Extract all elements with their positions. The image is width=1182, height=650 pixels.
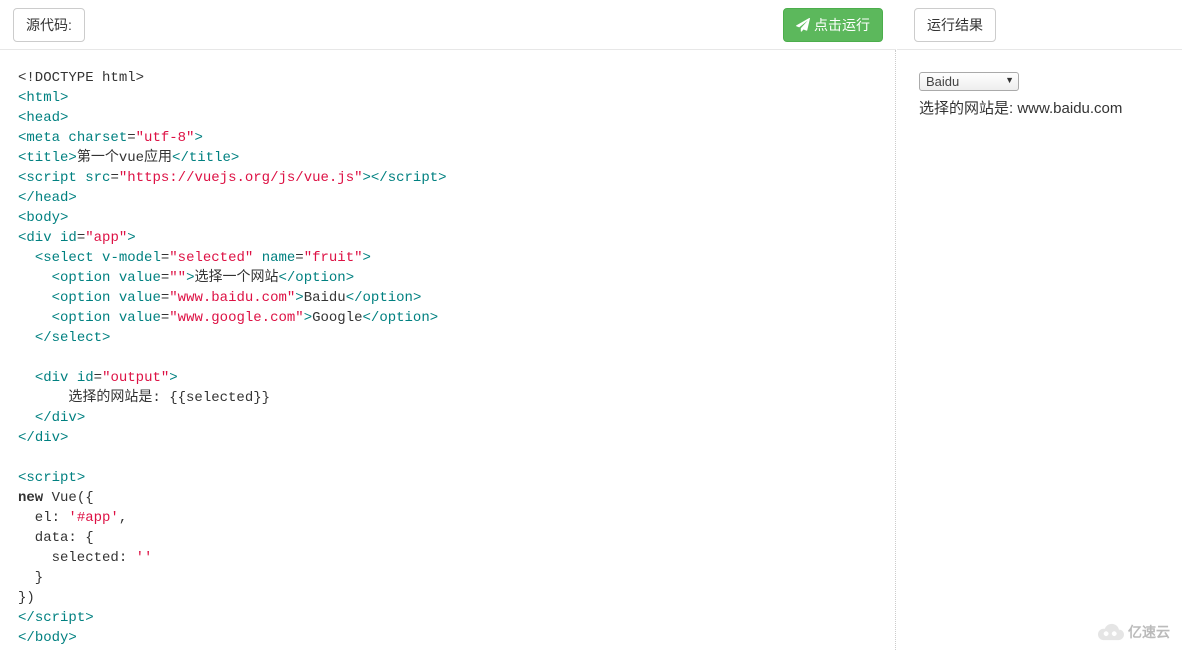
website-select[interactable]: Baidu xyxy=(919,72,1019,91)
watermark: 亿速云 xyxy=(1098,622,1170,642)
watermark-text: 亿速云 xyxy=(1128,622,1170,642)
source-panel: 源代码: 点击运行 <!DOCTYPE html> <html> <head> … xyxy=(0,0,897,650)
result-area: Baidu 选择的网站是: www.baidu.com xyxy=(897,50,1182,140)
code-line: <!DOCTYPE html> xyxy=(18,70,144,86)
right-header: 运行结果 xyxy=(897,0,1182,50)
paper-plane-icon xyxy=(796,18,810,32)
cloud-icon xyxy=(1098,623,1124,641)
result-panel: 运行结果 Baidu 选择的网站是: www.baidu.com xyxy=(897,0,1182,650)
output-text: 选择的网站是: www.baidu.com xyxy=(919,97,1160,118)
run-button-label: 点击运行 xyxy=(814,15,870,35)
source-code-label-button[interactable]: 源代码: xyxy=(13,8,85,42)
left-header: 源代码: 点击运行 xyxy=(0,0,896,50)
run-button[interactable]: 点击运行 xyxy=(783,8,883,42)
run-result-label-button[interactable]: 运行结果 xyxy=(914,8,996,42)
select-value: Baidu xyxy=(926,74,959,89)
code-editor[interactable]: <!DOCTYPE html> <html> <head> <meta char… xyxy=(0,50,896,650)
